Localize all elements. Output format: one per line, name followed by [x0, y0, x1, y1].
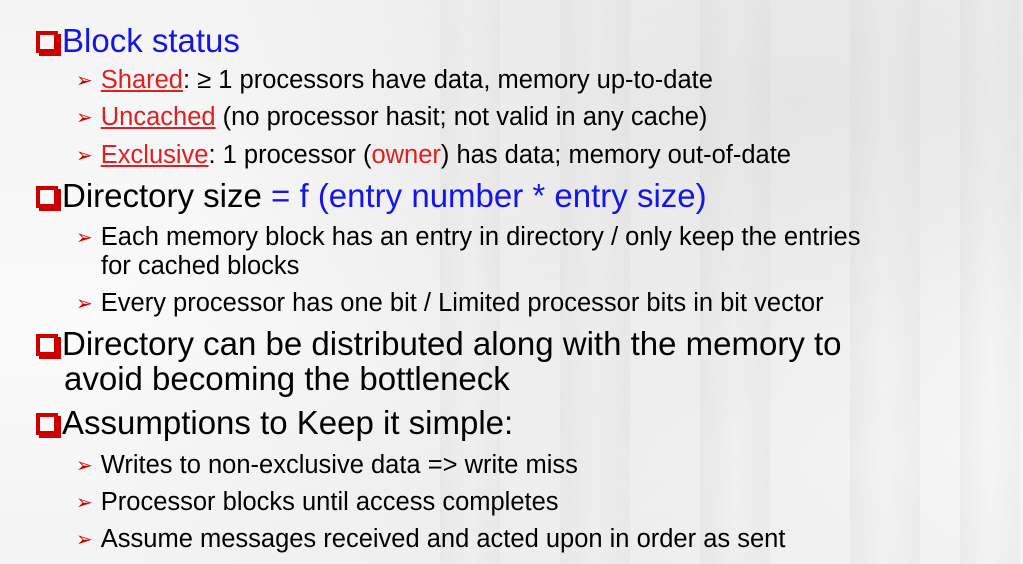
sub-bullet-processor-bits: ➢ Every processor has one bit / Limited p… [76, 289, 824, 317]
sub-bullet-exclusive: ➢ Exclusive: 1 processor (owner) has data… [76, 141, 791, 169]
arrowhead-bullet-icon: ➢ [76, 455, 93, 477]
sub-bullet-uncached: ➢ Uncached (no processor hasit; not valid… [76, 103, 708, 131]
sub-bullet-shared: ➢ Shared: ≥ 1 processors have data, memor… [76, 66, 713, 94]
arrowhead-bullet-icon: ➢ [76, 529, 93, 551]
hollow-square-bullet-icon [36, 413, 58, 435]
arrowhead-bullet-icon: ➢ [76, 107, 93, 129]
slide-content: Block status ➢ Shared: ≥ 1 processors hav… [0, 0, 1023, 564]
hollow-square-bullet-icon [36, 31, 58, 53]
arrowhead-bullet-icon: ➢ [76, 227, 93, 249]
bullet-block-status: Block status [36, 23, 240, 58]
sub-bullet-message-order: ➢ Assume messages received and acted upon… [76, 525, 786, 553]
arrowhead-bullet-icon: ➢ [76, 145, 93, 167]
sub-bullet-write-miss: ➢ Writes to non-exclusive data => write m… [76, 451, 578, 479]
bullet-directory-distributed: Directory can be distributed along with … [36, 326, 842, 361]
sub-bullet-processor-blocks: ➢ Processor blocks until access completes [76, 488, 559, 516]
arrowhead-bullet-icon: ➢ [76, 492, 93, 514]
bullet-directory-distributed-continued: avoid becoming the bottleneck [64, 360, 510, 397]
bullet-directory-size: Directory size = f (entry number * entry… [36, 178, 707, 213]
arrowhead-bullet-icon: ➢ [76, 70, 93, 92]
bullet-assumptions: Assumptions to Keep it simple: [36, 405, 513, 440]
sub-bullet-memory-block-entry: ➢ Each memory block has an entry in direc… [76, 223, 861, 251]
hollow-square-bullet-icon [36, 334, 58, 356]
sub-bullet-memory-block-entry-continued: for cached blocks [101, 252, 300, 280]
hollow-square-bullet-icon [36, 186, 58, 208]
arrowhead-bullet-icon: ➢ [76, 293, 93, 315]
